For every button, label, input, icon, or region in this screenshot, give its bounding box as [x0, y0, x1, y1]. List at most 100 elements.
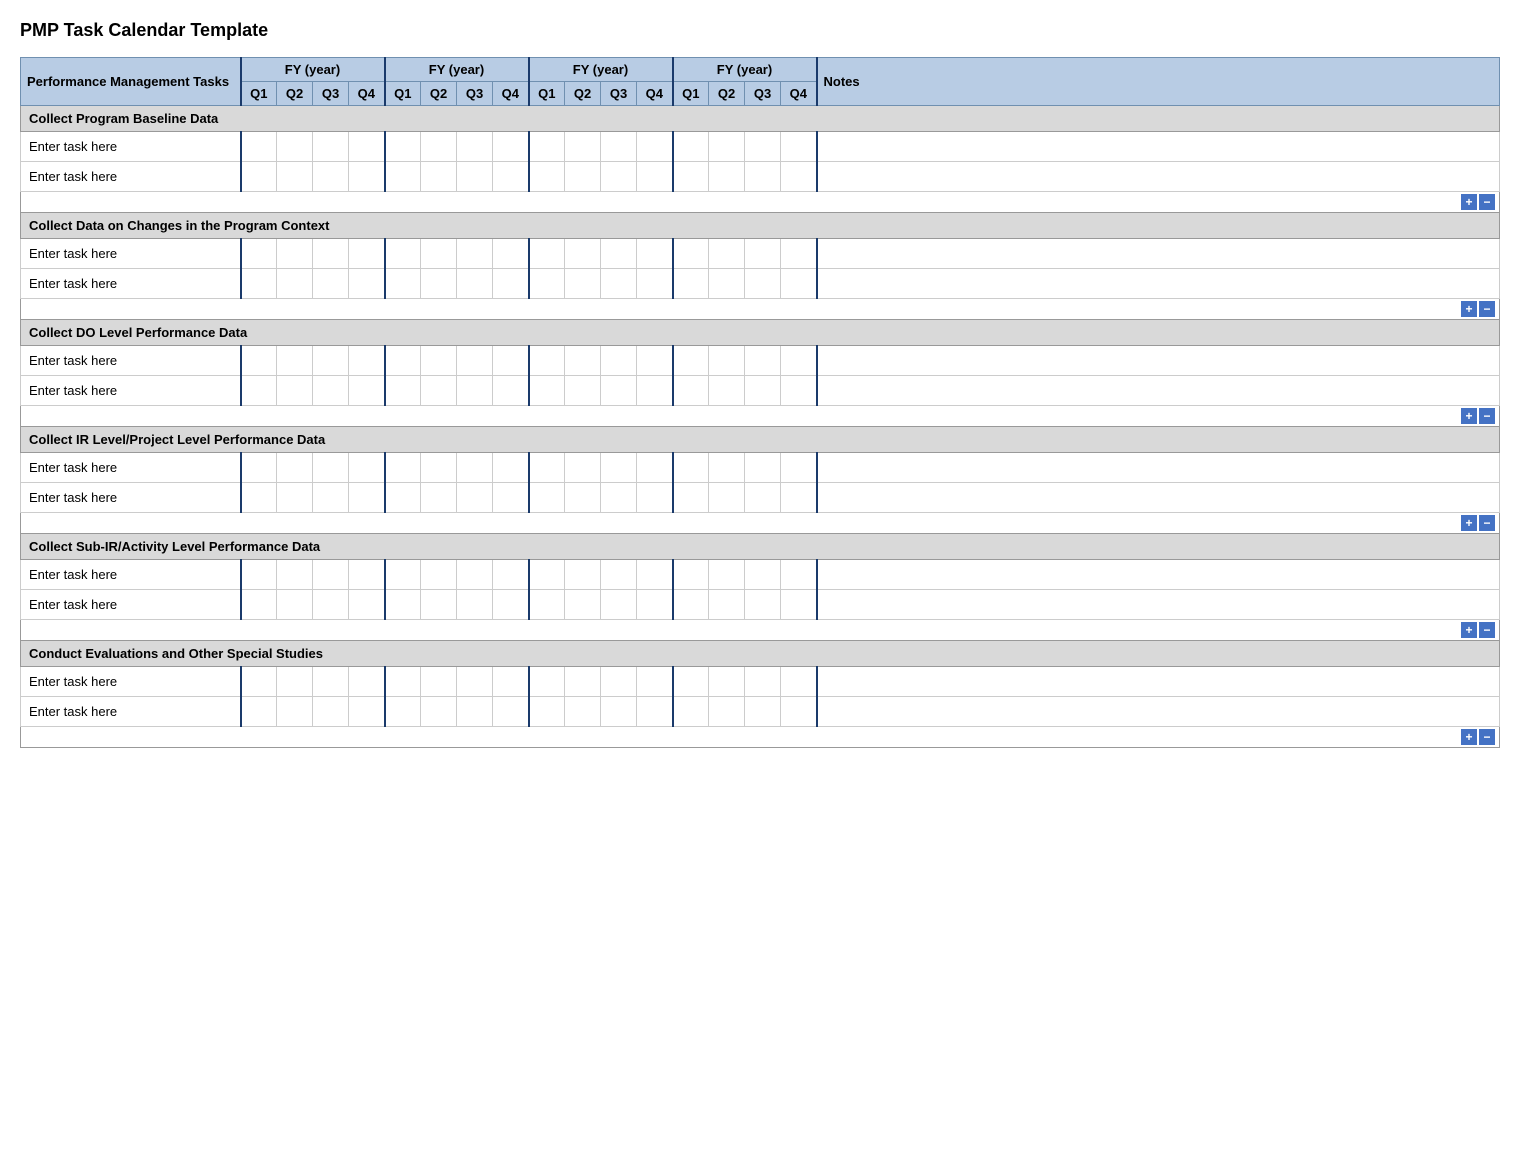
remove-row-button-2[interactable]: −	[1479, 301, 1495, 317]
notes-cell-s4-t1[interactable]	[817, 453, 1500, 483]
notes-cell-s2-t1[interactable]	[817, 239, 1500, 269]
quarter-cell-s6-t1-fy4-q2[interactable]	[709, 667, 745, 697]
quarter-cell-s2-t1-fy3-q3[interactable]	[601, 239, 637, 269]
quarter-cell-s4-t2-fy2-q3[interactable]	[457, 483, 493, 513]
quarter-cell-s1-t2-fy4-q1[interactable]	[673, 162, 709, 192]
quarter-cell-s5-t1-fy1-q1[interactable]	[241, 560, 277, 590]
quarter-cell-s6-t2-fy3-q2[interactable]	[565, 697, 601, 727]
quarter-cell-s6-t1-fy3-q1[interactable]	[529, 667, 565, 697]
quarter-cell-s5-t1-fy1-q3[interactable]	[313, 560, 349, 590]
quarter-cell-s6-t2-fy1-q2[interactable]	[277, 697, 313, 727]
add-row-button-5[interactable]: +	[1461, 622, 1477, 638]
quarter-cell-s5-t1-fy4-q1[interactable]	[673, 560, 709, 590]
quarter-cell-s3-t2-fy3-q2[interactable]	[565, 376, 601, 406]
quarter-cell-s5-t1-fy4-q4[interactable]	[781, 560, 817, 590]
quarter-cell-s3-t1-fy4-q3[interactable]	[745, 346, 781, 376]
quarter-cell-s5-t1-fy3-q1[interactable]	[529, 560, 565, 590]
quarter-cell-s3-t2-fy2-q4[interactable]	[493, 376, 529, 406]
quarter-cell-s3-t1-fy2-q1[interactable]	[385, 346, 421, 376]
quarter-cell-s4-t1-fy3-q1[interactable]	[529, 453, 565, 483]
quarter-cell-s5-t1-fy4-q3[interactable]	[745, 560, 781, 590]
quarter-cell-s2-t2-fy1-q3[interactable]	[313, 269, 349, 299]
task-name-s2-t1[interactable]: Enter task here	[21, 239, 241, 269]
quarter-cell-s3-t2-fy3-q3[interactable]	[601, 376, 637, 406]
quarter-cell-s4-t1-fy4-q1[interactable]	[673, 453, 709, 483]
quarter-cell-s1-t1-fy4-q3[interactable]	[745, 132, 781, 162]
quarter-cell-s1-t2-fy1-q2[interactable]	[277, 162, 313, 192]
quarter-cell-s4-t1-fy1-q4[interactable]	[349, 453, 385, 483]
quarter-cell-s4-t2-fy2-q2[interactable]	[421, 483, 457, 513]
quarter-cell-s2-t1-fy3-q4[interactable]	[637, 239, 673, 269]
quarter-cell-s3-t2-fy2-q3[interactable]	[457, 376, 493, 406]
quarter-cell-s1-t1-fy2-q2[interactable]	[421, 132, 457, 162]
quarter-cell-s5-t1-fy1-q2[interactable]	[277, 560, 313, 590]
quarter-cell-s1-t2-fy2-q2[interactable]	[421, 162, 457, 192]
quarter-cell-s1-t2-fy1-q1[interactable]	[241, 162, 277, 192]
quarter-cell-s6-t2-fy3-q4[interactable]	[637, 697, 673, 727]
quarter-cell-s1-t1-fy1-q3[interactable]	[313, 132, 349, 162]
quarter-cell-s3-t2-fy1-q2[interactable]	[277, 376, 313, 406]
quarter-cell-s1-t1-fy3-q4[interactable]	[637, 132, 673, 162]
quarter-cell-s1-t1-fy2-q3[interactable]	[457, 132, 493, 162]
quarter-cell-s6-t1-fy2-q3[interactable]	[457, 667, 493, 697]
quarter-cell-s1-t2-fy4-q4[interactable]	[781, 162, 817, 192]
quarter-cell-s3-t2-fy2-q2[interactable]	[421, 376, 457, 406]
quarter-cell-s1-t1-fy1-q4[interactable]	[349, 132, 385, 162]
quarter-cell-s5-t2-fy2-q3[interactable]	[457, 590, 493, 620]
quarter-cell-s5-t2-fy4-q3[interactable]	[745, 590, 781, 620]
quarter-cell-s6-t2-fy3-q3[interactable]	[601, 697, 637, 727]
quarter-cell-s5-t1-fy3-q2[interactable]	[565, 560, 601, 590]
quarter-cell-s6-t2-fy2-q3[interactable]	[457, 697, 493, 727]
quarter-cell-s6-t1-fy1-q1[interactable]	[241, 667, 277, 697]
quarter-cell-s4-t2-fy2-q1[interactable]	[385, 483, 421, 513]
quarter-cell-s6-t2-fy2-q4[interactable]	[493, 697, 529, 727]
quarter-cell-s5-t1-fy1-q4[interactable]	[349, 560, 385, 590]
quarter-cell-s3-t1-fy3-q2[interactable]	[565, 346, 601, 376]
quarter-cell-s1-t2-fy3-q2[interactable]	[565, 162, 601, 192]
add-row-button-4[interactable]: +	[1461, 515, 1477, 531]
quarter-cell-s3-t1-fy4-q2[interactable]	[709, 346, 745, 376]
remove-row-button-5[interactable]: −	[1479, 622, 1495, 638]
quarter-cell-s3-t2-fy3-q1[interactable]	[529, 376, 565, 406]
notes-cell-s1-t2[interactable]	[817, 162, 1500, 192]
quarter-cell-s1-t1-fy1-q1[interactable]	[241, 132, 277, 162]
quarter-cell-s2-t2-fy1-q2[interactable]	[277, 269, 313, 299]
quarter-cell-s5-t2-fy3-q1[interactable]	[529, 590, 565, 620]
quarter-cell-s4-t2-fy2-q4[interactable]	[493, 483, 529, 513]
quarter-cell-s5-t1-fy2-q4[interactable]	[493, 560, 529, 590]
quarter-cell-s6-t2-fy4-q3[interactable]	[745, 697, 781, 727]
task-name-s6-t2[interactable]: Enter task here	[21, 697, 241, 727]
quarter-cell-s4-t2-fy3-q1[interactable]	[529, 483, 565, 513]
quarter-cell-s3-t2-fy4-q2[interactable]	[709, 376, 745, 406]
quarter-cell-s3-t1-fy1-q4[interactable]	[349, 346, 385, 376]
quarter-cell-s4-t1-fy3-q3[interactable]	[601, 453, 637, 483]
quarter-cell-s3-t1-fy4-q1[interactable]	[673, 346, 709, 376]
quarter-cell-s4-t1-fy2-q1[interactable]	[385, 453, 421, 483]
quarter-cell-s6-t1-fy2-q4[interactable]	[493, 667, 529, 697]
quarter-cell-s4-t1-fy3-q2[interactable]	[565, 453, 601, 483]
quarter-cell-s6-t2-fy1-q1[interactable]	[241, 697, 277, 727]
quarter-cell-s5-t2-fy2-q4[interactable]	[493, 590, 529, 620]
quarter-cell-s2-t1-fy1-q3[interactable]	[313, 239, 349, 269]
quarter-cell-s4-t2-fy1-q4[interactable]	[349, 483, 385, 513]
quarter-cell-s5-t2-fy1-q1[interactable]	[241, 590, 277, 620]
quarter-cell-s4-t1-fy3-q4[interactable]	[637, 453, 673, 483]
quarter-cell-s6-t1-fy4-q3[interactable]	[745, 667, 781, 697]
quarter-cell-s6-t1-fy3-q4[interactable]	[637, 667, 673, 697]
quarter-cell-s2-t1-fy4-q2[interactable]	[709, 239, 745, 269]
quarter-cell-s3-t1-fy3-q3[interactable]	[601, 346, 637, 376]
notes-cell-s5-t2[interactable]	[817, 590, 1500, 620]
quarter-cell-s6-t2-fy4-q4[interactable]	[781, 697, 817, 727]
add-row-button-2[interactable]: +	[1461, 301, 1477, 317]
quarter-cell-s5-t1-fy2-q2[interactable]	[421, 560, 457, 590]
add-row-button-3[interactable]: +	[1461, 408, 1477, 424]
remove-row-button-1[interactable]: −	[1479, 194, 1495, 210]
quarter-cell-s1-t2-fy2-q4[interactable]	[493, 162, 529, 192]
quarter-cell-s3-t2-fy1-q3[interactable]	[313, 376, 349, 406]
notes-cell-s6-t1[interactable]	[817, 667, 1500, 697]
quarter-cell-s5-t1-fy2-q3[interactable]	[457, 560, 493, 590]
quarter-cell-s3-t2-fy2-q1[interactable]	[385, 376, 421, 406]
quarter-cell-s6-t1-fy2-q1[interactable]	[385, 667, 421, 697]
quarter-cell-s5-t2-fy4-q4[interactable]	[781, 590, 817, 620]
task-name-s4-t2[interactable]: Enter task here	[21, 483, 241, 513]
